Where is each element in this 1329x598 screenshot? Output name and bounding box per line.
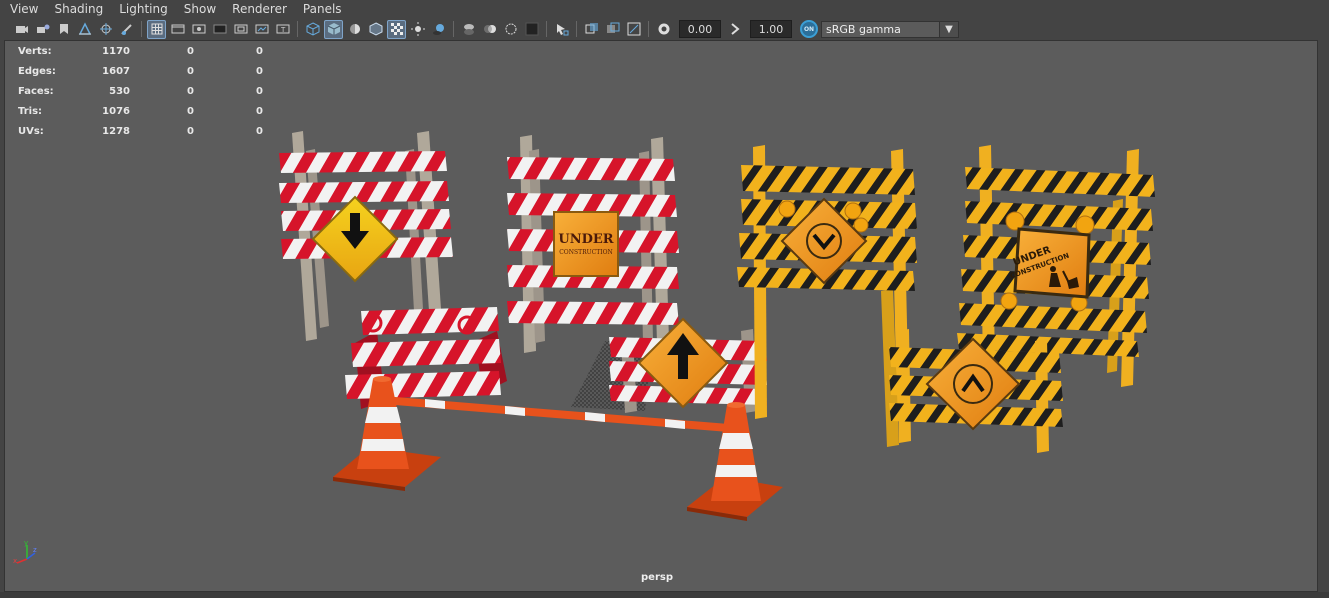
sign-construction-text: CONSTRUCTION: [559, 249, 613, 256]
image-plane-icon[interactable]: [75, 20, 94, 39]
2d-pan-zoom-icon[interactable]: [96, 20, 115, 39]
sign-under-text: UNDER: [558, 232, 613, 247]
hud-value: 0: [256, 105, 263, 117]
xray-active-components-icon[interactable]: [603, 20, 622, 39]
hud-row-edges: Edges: 1607 0 0: [18, 61, 263, 81]
hud-value: 0: [256, 125, 263, 137]
gamma-field[interactable]: 1.00: [750, 20, 792, 38]
hud-value: 0: [256, 45, 263, 57]
hud-value: 0: [187, 105, 194, 117]
axis-gizmo-icon: y z x: [13, 539, 37, 565]
film-gate-icon[interactable]: [168, 20, 187, 39]
xray-joints-icon[interactable]: [624, 20, 643, 39]
color-space-dropdown[interactable]: sRGB gamma ▼: [821, 20, 959, 38]
safe-title-icon[interactable]: T: [273, 20, 292, 39]
hud-value: 0: [256, 65, 263, 77]
toolbar-separator: [648, 21, 649, 37]
toolbar-separator: [546, 21, 547, 37]
xray-icon[interactable]: [582, 20, 601, 39]
menu-panels[interactable]: Panels: [297, 0, 348, 18]
exposure-icon[interactable]: [654, 20, 673, 39]
isolate-select-icon[interactable]: [552, 20, 571, 39]
toolbar-separator: [297, 21, 298, 37]
camera-name-label: persp: [641, 572, 673, 583]
gate-mask-icon[interactable]: [210, 20, 229, 39]
hud-label: Edges:: [18, 65, 56, 77]
gamma-icon[interactable]: [725, 20, 744, 39]
hud-value: 1607: [102, 65, 130, 77]
menu-renderer[interactable]: Renderer: [226, 0, 293, 18]
timeline-strip: [0, 592, 1329, 598]
hud-value: 1170: [102, 45, 130, 57]
panel-toolbar: T 0.00 1.00 ON sRGB gamma ▼: [0, 18, 1329, 40]
chevron-down-icon[interactable]: ▼: [939, 21, 958, 37]
hud-value: 530: [109, 85, 130, 97]
svg-text:T: T: [280, 26, 286, 34]
smooth-shade-icon[interactable]: [324, 19, 343, 39]
textured-icon[interactable]: [387, 19, 406, 39]
menu-lighting[interactable]: Lighting: [113, 0, 174, 18]
axis-y-label: y: [24, 539, 28, 547]
camera-icon[interactable]: [12, 20, 31, 39]
maya-viewport-panel: View Shading Lighting Show Renderer Pane…: [0, 0, 1329, 598]
hud-value: 1278: [102, 125, 130, 137]
color-management-toggle[interactable]: ON: [800, 20, 818, 38]
exposure-field[interactable]: 0.00: [679, 20, 721, 38]
field-chart-icon[interactable]: [231, 20, 250, 39]
hud-value: 0: [187, 85, 194, 97]
hud-label: Verts:: [18, 45, 52, 57]
wireframe-on-shaded-icon[interactable]: [366, 20, 385, 39]
hud-value: 0: [187, 65, 194, 77]
hud-value: 0: [187, 45, 194, 57]
3d-viewport[interactable]: UNDER CONSTRUCTION UNDER CONSTRUCTION Ve…: [4, 40, 1318, 592]
hud-row-verts: Verts: 1170 0 0: [18, 41, 263, 61]
hud-value: 1076: [102, 105, 130, 117]
hud-row-tris: Tris: 1076 0 0: [18, 101, 263, 121]
menu-view[interactable]: View: [4, 0, 44, 18]
yellow-barrier-small: [889, 329, 1063, 453]
hud-label: Faces:: [18, 85, 54, 97]
hud-row-uvs: UVs: 1278 0 0: [18, 121, 263, 141]
color-space-value: sRGB gamma: [826, 22, 901, 36]
hud-row-faces: Faces: 530 0 0: [18, 81, 263, 101]
red-barrier-up-arrow: [609, 317, 767, 413]
hud-label: Tris:: [18, 105, 43, 117]
motion-blur-icon[interactable]: [480, 20, 499, 39]
lights-icon[interactable]: [408, 20, 427, 39]
ambient-occlusion-icon[interactable]: [459, 20, 478, 39]
toolbar-separator: [576, 21, 577, 37]
red-barrier-small: [345, 307, 507, 409]
resolution-gate-icon[interactable]: [189, 20, 208, 39]
menu-shading[interactable]: Shading: [48, 0, 109, 18]
traffic-cone-right: [687, 402, 783, 521]
hud-value: 0: [187, 125, 194, 137]
bookmark-icon[interactable]: [54, 20, 73, 39]
axis-z-label: z: [33, 546, 37, 554]
yellow-barrier-lights: [737, 145, 917, 447]
grease-pencil-icon[interactable]: [117, 20, 136, 39]
wireframe-icon[interactable]: [303, 20, 322, 39]
hud-value: 0: [256, 85, 263, 97]
depth-of-field-icon[interactable]: [522, 20, 541, 39]
red-barrier-under-construction: UNDER CONSTRUCTION: [507, 135, 679, 353]
shadows-icon[interactable]: [429, 20, 448, 39]
grid-icon[interactable]: [147, 19, 166, 39]
anti-aliasing-icon[interactable]: [501, 20, 520, 39]
poly-count-hud: Verts: 1170 0 0 Edges: 1607 0 0 Faces: 5…: [18, 41, 263, 141]
hud-label: UVs:: [18, 125, 44, 137]
safe-action-icon[interactable]: [252, 20, 271, 39]
toolbar-separator: [453, 21, 454, 37]
panel-menu-bar: View Shading Lighting Show Renderer Pane…: [0, 0, 1329, 18]
default-material-icon[interactable]: [345, 20, 364, 39]
axis-x-label: x: [13, 557, 17, 565]
menu-show[interactable]: Show: [178, 0, 222, 18]
toolbar-separator: [141, 21, 142, 37]
camera-attributes-icon[interactable]: [33, 20, 52, 39]
